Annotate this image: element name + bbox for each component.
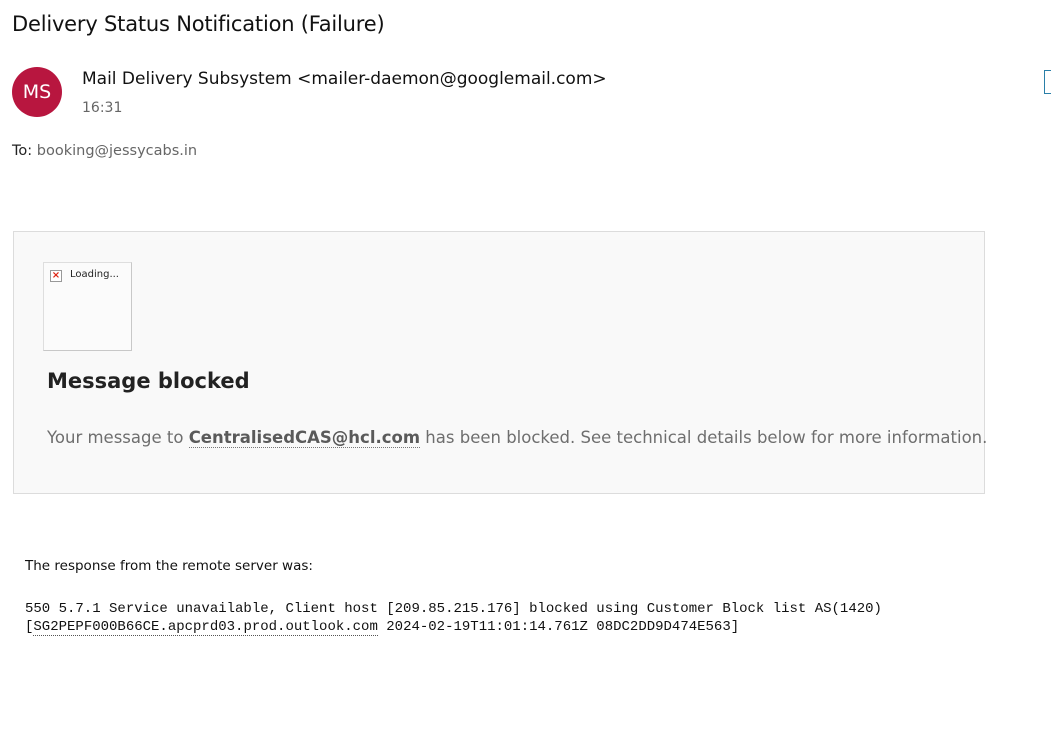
card-title: Message blocked	[47, 369, 250, 393]
email-subject: Delivery Status Notification (Failure)	[12, 12, 385, 36]
card-message: Your message to CentralisedCAS@hcl.com h…	[47, 428, 988, 448]
sender-name[interactable]: Mail Delivery Subsystem <mailer-daemon@g…	[82, 69, 607, 89]
broken-image: × Loading...	[43, 262, 132, 351]
panel-toggle-icon[interactable]	[1044, 70, 1051, 94]
sent-time: 16:31	[82, 100, 123, 116]
response-line-1: 550 5.7.1 Service unavailable, Client ho…	[25, 601, 882, 617]
recipient-address[interactable]: booking@jessycabs.in	[37, 143, 197, 159]
blocked-recipient-link[interactable]: CentralisedCAS@hcl.com	[188, 428, 421, 448]
card-message-prefix: Your message to	[47, 428, 189, 447]
response-label: The response from the remote server was:	[25, 558, 313, 574]
response-line-2-rest: 2024-02-19T11:01:14.761Z 08DC2DD9D474E56…	[377, 619, 740, 635]
to-label: To:	[12, 143, 33, 159]
broken-image-icon: ×	[50, 270, 62, 282]
server-host-link[interactable]: SG2PEPF000B66CE.apcprd03.prod.outlook.co…	[33, 619, 378, 636]
notification-card: × Loading... Message blocked Your messag…	[13, 231, 988, 494]
sender-avatar[interactable]: MS	[12, 67, 62, 117]
image-alt-text: Loading...	[70, 269, 119, 280]
recipient-line: To: booking@jessycabs.in	[12, 143, 197, 159]
card-message-suffix: has been blocked. See technical details …	[420, 428, 988, 447]
response-code: 550 5.7.1 Service unavailable, Client ho…	[25, 600, 882, 636]
